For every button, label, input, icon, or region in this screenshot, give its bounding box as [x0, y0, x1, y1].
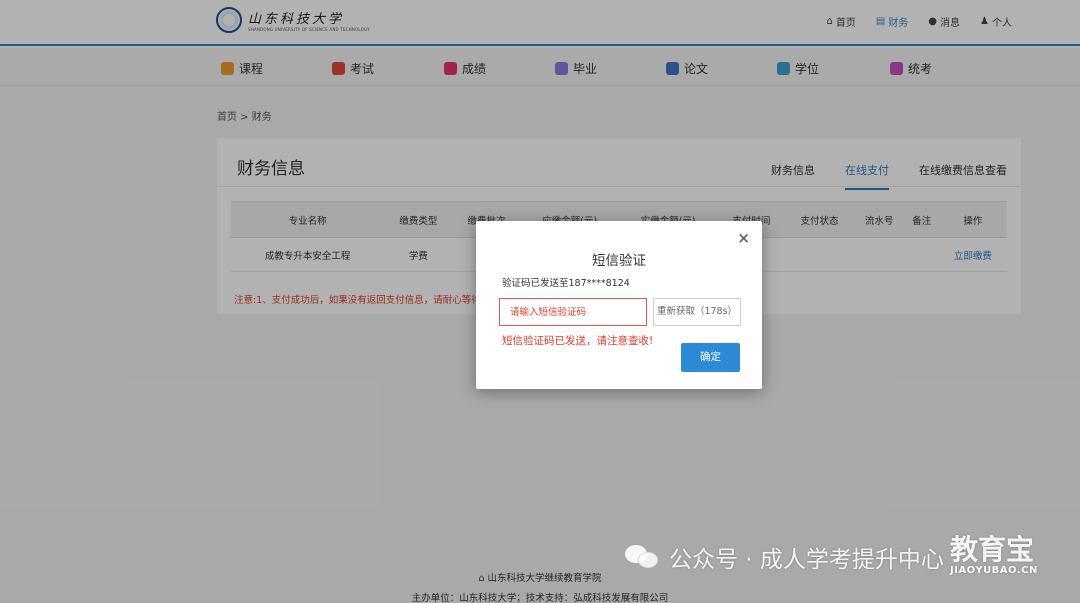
- watermark-domain: JIAOYUBAO.CN: [950, 565, 1038, 576]
- dialog-title: 短信验证: [592, 253, 646, 269]
- watermark-text: 公众号 · 成人学考提升中心: [669, 547, 944, 573]
- watermark: 公众号 · 成人学考提升中心: [625, 540, 944, 574]
- wechat-icon: [625, 543, 659, 571]
- watermark-brand: 教育宝: [950, 533, 1035, 566]
- sms-code-input[interactable]: [499, 298, 647, 326]
- confirm-button[interactable]: 确定: [681, 343, 740, 372]
- validation-message: 短信验证码已发送，请注意查收!: [502, 335, 654, 347]
- code-sent-text: 验证码已发送至187****8124: [502, 278, 630, 289]
- resend-code-button[interactable]: 重新获取（178s）: [653, 298, 741, 326]
- close-icon[interactable]: ×: [737, 229, 750, 247]
- sms-verification-dialog: × 短信验证 验证码已发送至187****8124 重新获取（178s） 短信验…: [476, 221, 762, 389]
